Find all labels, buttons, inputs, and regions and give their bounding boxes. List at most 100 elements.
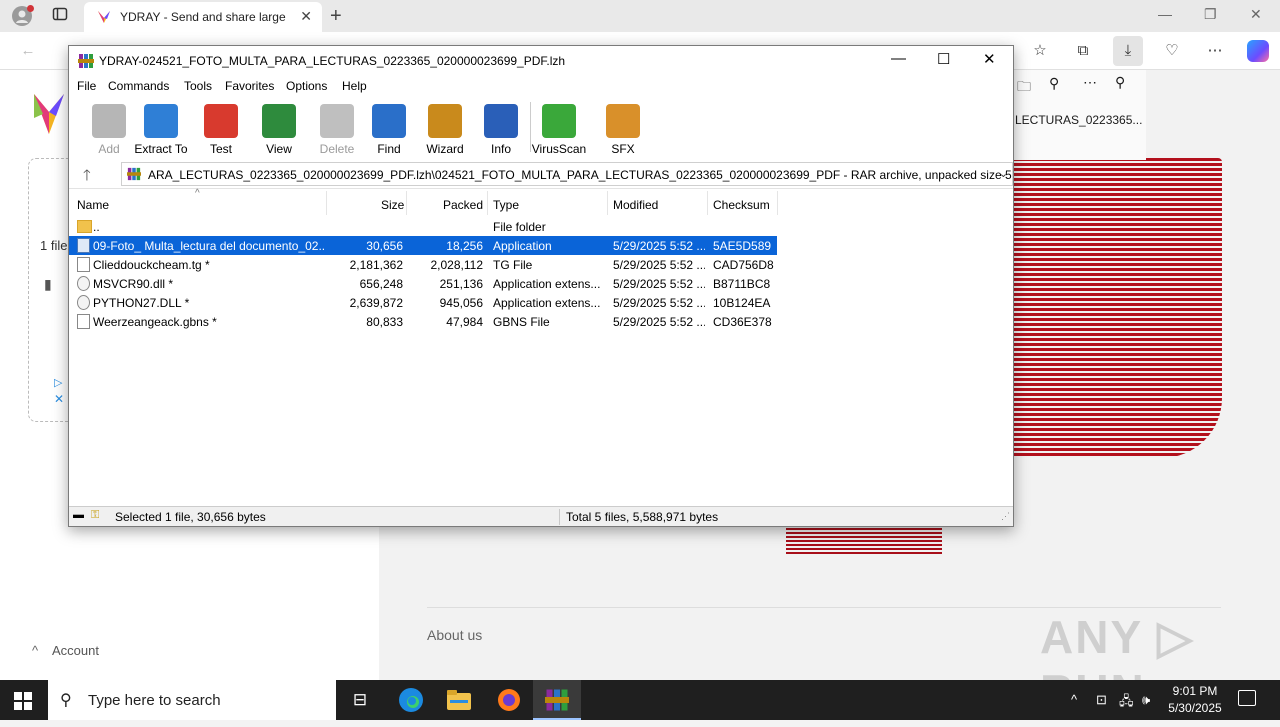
clock-date: 5/30/2025 — [1168, 701, 1222, 715]
toolbar-sfx-button[interactable]: SFX — [595, 100, 651, 156]
table-row[interactable]: MSVCR90.dll * 656,248 251,136 Application e… — [69, 274, 777, 293]
tray-app-icon[interactable]: ⊡ — [1096, 692, 1107, 708]
toolbar-test-button[interactable]: Test — [193, 100, 249, 156]
menu-file[interactable]: File — [77, 79, 96, 93]
network-icon[interactable]: 🖧 — [1119, 692, 1134, 714]
cell-size: 80,833 — [366, 315, 403, 329]
menu-favorites[interactable]: Favorites — [225, 79, 274, 93]
collections-icon[interactable]: ⧉ — [1073, 41, 1093, 61]
taskbar-clock[interactable]: 9:01 PM 5/30/2025 — [1160, 683, 1230, 717]
up-arrow-icon[interactable]: 🡑 — [83, 165, 91, 190]
table-row[interactable]: Weerzeangeack.gbns * 80,833 47,984 GBNS Fil… — [69, 312, 777, 331]
menu-commands[interactable]: Commands — [108, 79, 169, 93]
winrar-minimize-button[interactable]: — — [891, 50, 906, 67]
ydray-logo — [34, 94, 64, 134]
browser-tab-ydray[interactable]: YDRAY - Send and share large and ✕ — [84, 2, 322, 32]
ad-close-icon[interactable]: ✕ — [54, 392, 64, 406]
pin-icon[interactable]: ⚲ — [1115, 74, 1125, 91]
key-icon[interactable]: ⚿ — [91, 509, 99, 522]
header-separator[interactable] — [707, 191, 708, 215]
toolbar-info-button[interactable]: Info — [473, 100, 529, 156]
dll-file-icon — [77, 295, 90, 310]
favorites-icon[interactable]: ☆ — [1030, 41, 1050, 61]
edge-icon[interactable] — [387, 680, 435, 720]
more-options-icon[interactable]: ⋯ — [1083, 74, 1097, 91]
table-row[interactable]: PYTHON27.DLL * 2,639,872 945,056 Applicatio… — [69, 293, 777, 312]
winrar-close-button[interactable]: ✕ — [983, 50, 996, 68]
col-modified[interactable]: Modified — [613, 198, 658, 212]
archive-icon — [127, 167, 141, 181]
menu-help[interactable]: Help — [342, 79, 367, 93]
table-row[interactable]: .. File folder — [69, 217, 777, 236]
file-explorer-icon[interactable] — [435, 680, 483, 720]
cell-packed: 47,984 — [446, 315, 483, 329]
header-separator[interactable] — [487, 191, 488, 215]
more-icon[interactable]: ⋯ — [1205, 41, 1225, 61]
cell-name: Weerzeangeack.gbns * — [93, 315, 217, 329]
virusscan-icon — [542, 104, 576, 138]
firefox-icon[interactable] — [485, 680, 533, 720]
tray-chevron-icon[interactable]: ^ — [1071, 692, 1077, 707]
downloads-icon[interactable]: ⤓ — [1113, 36, 1143, 66]
notification-icon[interactable] — [1238, 690, 1256, 706]
resize-grip-icon[interactable]: ⋰ — [1001, 511, 1010, 522]
header-separator[interactable] — [777, 191, 778, 215]
path-text: ARA_LECTURAS_0223365_020000023699_PDF.lz… — [148, 168, 1013, 182]
search-icon[interactable]: ⚲ — [1049, 75, 1059, 92]
minimize-button[interactable]: — — [1158, 6, 1172, 22]
col-type[interactable]: Type — [493, 198, 519, 212]
application-icon — [77, 238, 90, 253]
taskbar-search[interactable]: ⚲ Type here to search — [48, 680, 336, 720]
chevron-up-icon[interactable]: ^ — [32, 643, 38, 658]
menu-tools[interactable]: Tools — [184, 79, 212, 93]
toolbar-label: VirusScan — [531, 142, 587, 156]
task-view-icon[interactable]: ⊟ — [336, 680, 384, 720]
browser-essentials-icon[interactable]: ♡ — [1162, 41, 1182, 61]
back-icon[interactable]: ← — [18, 41, 38, 61]
col-name[interactable]: Name — [77, 198, 109, 212]
toolbar-find-button[interactable]: Find — [361, 100, 417, 156]
col-size[interactable]: Size — [381, 198, 404, 212]
close-browser-button[interactable]: ✕ — [1250, 6, 1262, 23]
toolbar-extract-to-button[interactable]: Extract To — [133, 100, 189, 156]
header-separator[interactable] — [326, 191, 327, 215]
start-button[interactable] — [14, 692, 32, 710]
header-separator[interactable] — [607, 191, 608, 215]
toolbar-view-button[interactable]: View — [251, 100, 307, 156]
cell-modified: 5/29/2025 5:52 ... — [613, 258, 705, 272]
path-field[interactable]: ARA_LECTURAS_0223365_020000023699_PDF.lz… — [121, 162, 1013, 186]
volume-icon[interactable]: 🕪 — [1142, 692, 1150, 708]
restore-button[interactable]: ❐ — [1204, 6, 1217, 23]
winrar-title: YDRAY-024521_FOTO_MULTA_PARA_LECTURAS_02… — [99, 54, 566, 68]
toolbar-virusscan-button[interactable]: VirusScan — [531, 100, 587, 156]
path-dropdown-icon[interactable]: ⌄ — [999, 167, 1008, 180]
toolbar-delete-button[interactable]: Delete — [309, 100, 365, 156]
drive-icon[interactable]: ▬ — [73, 509, 84, 521]
col-checksum[interactable]: Checksum — [713, 198, 770, 212]
winrar-title-bar[interactable]: YDRAY-024521_FOTO_MULTA_PARA_LECTURAS_02… — [69, 46, 1013, 76]
winrar-maximize-icon[interactable]: ☐ — [937, 50, 950, 68]
file-count: 1 file — [40, 238, 68, 253]
col-packed[interactable]: Packed — [443, 198, 483, 212]
copilot-icon[interactable] — [1247, 40, 1269, 62]
cell-size: 30,656 — [366, 239, 403, 253]
cell-name: 09-Foto_ Multa_lectura del documento_02.… — [93, 239, 325, 253]
toolbar-add-button[interactable]: Add — [81, 100, 137, 156]
open-folder-icon[interactable]: 🗀 — [1017, 76, 1031, 100]
cell-type: Application — [493, 239, 552, 253]
red-striped-graphic — [1010, 158, 1222, 458]
tab-actions-icon[interactable] — [50, 6, 70, 26]
toolbar-wizard-button[interactable]: Wizard — [417, 100, 473, 156]
wizard-wand-icon — [428, 104, 462, 138]
new-tab-button[interactable]: + — [330, 5, 342, 28]
account-link[interactable]: Account — [52, 643, 99, 658]
about-us-link[interactable]: About us — [427, 627, 482, 643]
table-row[interactable]: Clieddouckcheam.tg * 2,181,362 2,028,112 TG… — [69, 255, 777, 274]
winrar-taskbar-icon[interactable] — [533, 680, 581, 720]
ad-play-icon[interactable]: ▷ — [54, 376, 62, 389]
table-row[interactable]: 09-Foto_ Multa_lectura del documento_02.… — [69, 236, 777, 255]
menu-options[interactable]: Options — [286, 79, 327, 93]
path-bar: 🡑 ARA_LECTURAS_0223365_020000023699_PDF.… — [69, 160, 1013, 188]
header-separator[interactable] — [406, 191, 407, 215]
tab-close-icon[interactable]: ✕ — [300, 8, 312, 25]
